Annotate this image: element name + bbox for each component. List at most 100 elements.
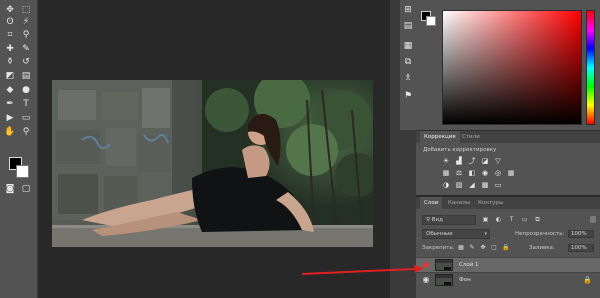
clone-stamp-tool-icon[interactable]: ⚱ xyxy=(4,56,16,68)
collapsed-panels-column: ⊞ ▤ ▦ ⧉ ♗ ⚑ xyxy=(400,0,416,130)
layer-name: Слой 1 xyxy=(459,262,479,268)
lock-row: Закрепить: ▦ ✎ ✥ ▢ 🔒 Заливка: 100% xyxy=(420,243,596,253)
blend-row: Обычные ▾ Непрозрачность: 100% xyxy=(420,229,596,239)
layer-lock-icon: 🔒 xyxy=(583,276,592,284)
hue-saturation-icon[interactable]: ▦ xyxy=(442,170,450,177)
adjustments-hint: Добавить корректировку xyxy=(423,147,497,153)
zoom-tool-icon[interactable]: ⚲ xyxy=(20,126,32,138)
type-tool-icon[interactable]: T xyxy=(20,98,32,110)
history-brush-tool-icon[interactable]: ↺ xyxy=(20,56,32,68)
levels-icon[interactable]: ▟ xyxy=(455,158,463,165)
chevron-down-icon: ▾ xyxy=(484,231,487,237)
adjustments-panel: Коррекция Стили Добавить корректировку ☀… xyxy=(416,130,600,195)
filter-icons: ▣ ◐ T ▭ ⧉ xyxy=(482,216,541,223)
annotation-arrow-line xyxy=(301,268,415,275)
filter-pixel-icon[interactable]: ▣ xyxy=(482,216,489,223)
tab-channels[interactable]: Каналы xyxy=(444,197,474,209)
lock-icons: ▦ ✎ ✥ ▢ 🔒 xyxy=(458,245,509,251)
photo-woman-lying-on-ledge xyxy=(52,80,373,247)
annotation-arrow-head xyxy=(414,265,424,273)
lock-all-icon[interactable]: 🔒 xyxy=(502,245,509,251)
quick-mask-icon[interactable]: ◙ xyxy=(4,183,16,195)
lock-position-icon[interactable]: ✥ xyxy=(480,245,486,251)
layer-thumbnail xyxy=(435,259,453,271)
blur-tool-icon[interactable]: ◆ xyxy=(4,84,16,96)
lock-label: Закрепить: xyxy=(422,245,455,251)
layer-name: Фон xyxy=(459,277,471,283)
blend-mode-value: Обычные xyxy=(426,231,453,237)
actions-panel-icon[interactable]: ♗ xyxy=(402,72,414,84)
black-white-icon[interactable]: ◧ xyxy=(468,170,476,177)
exposure-icon[interactable]: ◪ xyxy=(481,158,489,165)
selective-color-icon[interactable]: ▩ xyxy=(481,182,489,189)
photo-filter-icon[interactable]: ◉ xyxy=(481,170,489,177)
color-panel xyxy=(416,0,600,130)
path-selection-tool-icon[interactable]: ▶ xyxy=(4,112,16,124)
brush-tool-icon[interactable]: ✎ xyxy=(20,43,32,55)
fill-field[interactable]: 100% xyxy=(568,244,594,252)
channel-mixer-icon[interactable]: ◎ xyxy=(494,170,502,177)
lasso-tool-icon[interactable]: ʘ xyxy=(4,16,16,28)
move-tool-icon[interactable]: ✥ xyxy=(4,4,16,16)
layer-row-layer1[interactable]: ◉ Слой 1 xyxy=(416,257,600,272)
invert-icon[interactable]: ◑ xyxy=(442,182,450,189)
tab-layers[interactable]: Слои xyxy=(420,197,443,209)
annotation-arrow xyxy=(301,265,424,275)
filter-toggle[interactable] xyxy=(590,216,596,223)
filter-type-icon[interactable]: T xyxy=(508,216,515,223)
gradient-map-icon[interactable]: ▭ xyxy=(494,182,502,189)
filter-shape-icon[interactable]: ▭ xyxy=(521,216,528,223)
tab-styles[interactable]: Стили xyxy=(458,131,484,143)
layers-panel: Слои Каналы Контуры ⚲ Вид ▣ ◐ T ▭ ⧉ Обыч… xyxy=(416,196,600,298)
layers-tabbar: Слои Каналы Контуры xyxy=(416,197,600,209)
lock-artboard-icon[interactable]: ▢ xyxy=(491,245,497,251)
filter-adjustment-icon[interactable]: ◐ xyxy=(495,216,502,223)
tab-paths[interactable]: Контуры xyxy=(474,197,507,209)
adjustment-icons-row-3: ◑ ▧ ◢ ▩ ▭ xyxy=(442,182,592,190)
color-balance-icon[interactable]: ⚖ xyxy=(455,170,463,177)
layer-filter-select[interactable]: ⚲ Вид xyxy=(422,215,476,225)
posterize-icon[interactable]: ▧ xyxy=(455,182,463,189)
marquee-tool-icon[interactable]: ⬚ xyxy=(20,4,32,16)
tab-adjustments[interactable]: Коррекция xyxy=(420,131,460,143)
dodge-tool-icon[interactable]: ● xyxy=(20,84,32,96)
eyedropper-tool-icon[interactable]: ⚲ xyxy=(20,29,32,41)
background-color-swatch[interactable] xyxy=(16,165,29,178)
photoshop-window: ✥ ⬚ ʘ ⚡ ⌗ ⚲ ✚ ✎ ⚱ ↺ ◩ ▤ ◆ ● ✒ T ▶ ▭ ✋ ⚲ ◙ ▢ xyxy=(0,0,600,298)
lock-pixels-icon[interactable]: ✎ xyxy=(469,245,475,251)
color-lookup-icon[interactable]: ▦ xyxy=(507,170,515,177)
color-picker-field[interactable] xyxy=(442,10,582,125)
threshold-icon[interactable]: ◢ xyxy=(468,182,476,189)
clone-source-icon[interactable]: ⧉ xyxy=(402,56,414,68)
pen-tool-icon[interactable]: ✒ xyxy=(4,98,16,110)
background-color-swatch[interactable] xyxy=(426,16,436,26)
curves-icon[interactable]: ⤴ xyxy=(468,158,476,165)
adjustments-tabbar: Коррекция Стили xyxy=(416,131,600,143)
hand-tool-icon[interactable]: ✋ xyxy=(4,126,16,138)
history-panel-icon[interactable]: ⊞ xyxy=(402,4,414,16)
filter-smart-object-icon[interactable]: ⧉ xyxy=(534,216,541,223)
adjustment-icons-row-2: ▦ ⚖ ◧ ◉ ◎ ▦ xyxy=(442,170,592,178)
lock-transparent-icon[interactable]: ▦ xyxy=(458,245,464,251)
canvas-image[interactable] xyxy=(52,80,373,247)
magic-wand-tool-icon[interactable]: ⚡ xyxy=(20,16,32,28)
eraser-tool-icon[interactable]: ◩ xyxy=(4,70,16,82)
layer-filter-row: ⚲ Вид ▣ ◐ T ▭ ⧉ xyxy=(420,215,596,225)
shape-tool-icon[interactable]: ▭ xyxy=(20,112,32,124)
brightness-contrast-icon[interactable]: ☀ xyxy=(442,158,450,165)
blend-mode-select[interactable]: Обычные ▾ xyxy=(422,229,490,239)
layer-thumbnail xyxy=(435,274,453,286)
healing-brush-tool-icon[interactable]: ✚ xyxy=(4,43,16,55)
opacity-field[interactable]: 100% xyxy=(568,230,594,238)
gradient-tool-icon[interactable]: ▤ xyxy=(20,70,32,82)
vibrance-icon[interactable]: ▽ xyxy=(494,158,502,165)
hue-slider[interactable] xyxy=(586,10,595,125)
filter-kind-label: Вид xyxy=(431,217,443,223)
screen-mode-icon[interactable]: ▢ xyxy=(20,183,32,195)
info-panel-icon[interactable]: ⚑ xyxy=(402,90,414,102)
layer-row-background[interactable]: ◉ Фон 🔒 xyxy=(416,272,600,287)
brush-presets-icon[interactable]: ▦ xyxy=(402,40,414,52)
crop-tool-icon[interactable]: ⌗ xyxy=(4,29,16,41)
properties-panel-icon[interactable]: ▤ xyxy=(402,20,414,32)
fill-label: Заливка: xyxy=(529,245,555,251)
